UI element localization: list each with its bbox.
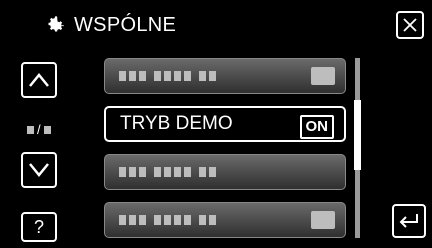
back-button[interactable]	[392, 204, 426, 238]
list-item-tryb-demo[interactable]: TRYB DEMO ON	[104, 106, 346, 142]
page-indicator: /	[27, 122, 51, 137]
page-indicator-current	[27, 125, 34, 134]
close-button[interactable]	[396, 11, 424, 39]
list-item[interactable]	[104, 202, 346, 238]
scroll-down-button[interactable]	[21, 152, 57, 188]
page-title: WSPÓLNE	[74, 13, 177, 36]
status-badge: ON	[299, 115, 334, 139]
page-indicator-total	[43, 125, 51, 134]
help-button[interactable]: ?	[21, 212, 57, 242]
item-value-placeholder	[311, 67, 335, 85]
chevron-up-icon	[29, 73, 49, 87]
return-arrow-icon	[399, 214, 418, 228]
item-value-placeholder	[311, 211, 335, 229]
list-item-label: TRYB DEMO	[120, 113, 233, 134]
scroll-up-button[interactable]	[21, 62, 57, 98]
gear-icon	[48, 16, 64, 32]
item-label-placeholder	[119, 71, 216, 81]
help-label: ?	[33, 216, 44, 237]
list-item[interactable]	[104, 58, 346, 94]
chevron-down-icon	[29, 163, 49, 177]
close-icon	[403, 18, 417, 32]
scrollbar-thumb[interactable]	[354, 100, 361, 170]
list-item[interactable]	[104, 154, 346, 190]
item-label-placeholder	[119, 167, 216, 177]
item-label-placeholder	[119, 215, 216, 225]
header: WSPÓLNE	[44, 11, 176, 39]
page-indicator-separator: /	[37, 122, 41, 137]
